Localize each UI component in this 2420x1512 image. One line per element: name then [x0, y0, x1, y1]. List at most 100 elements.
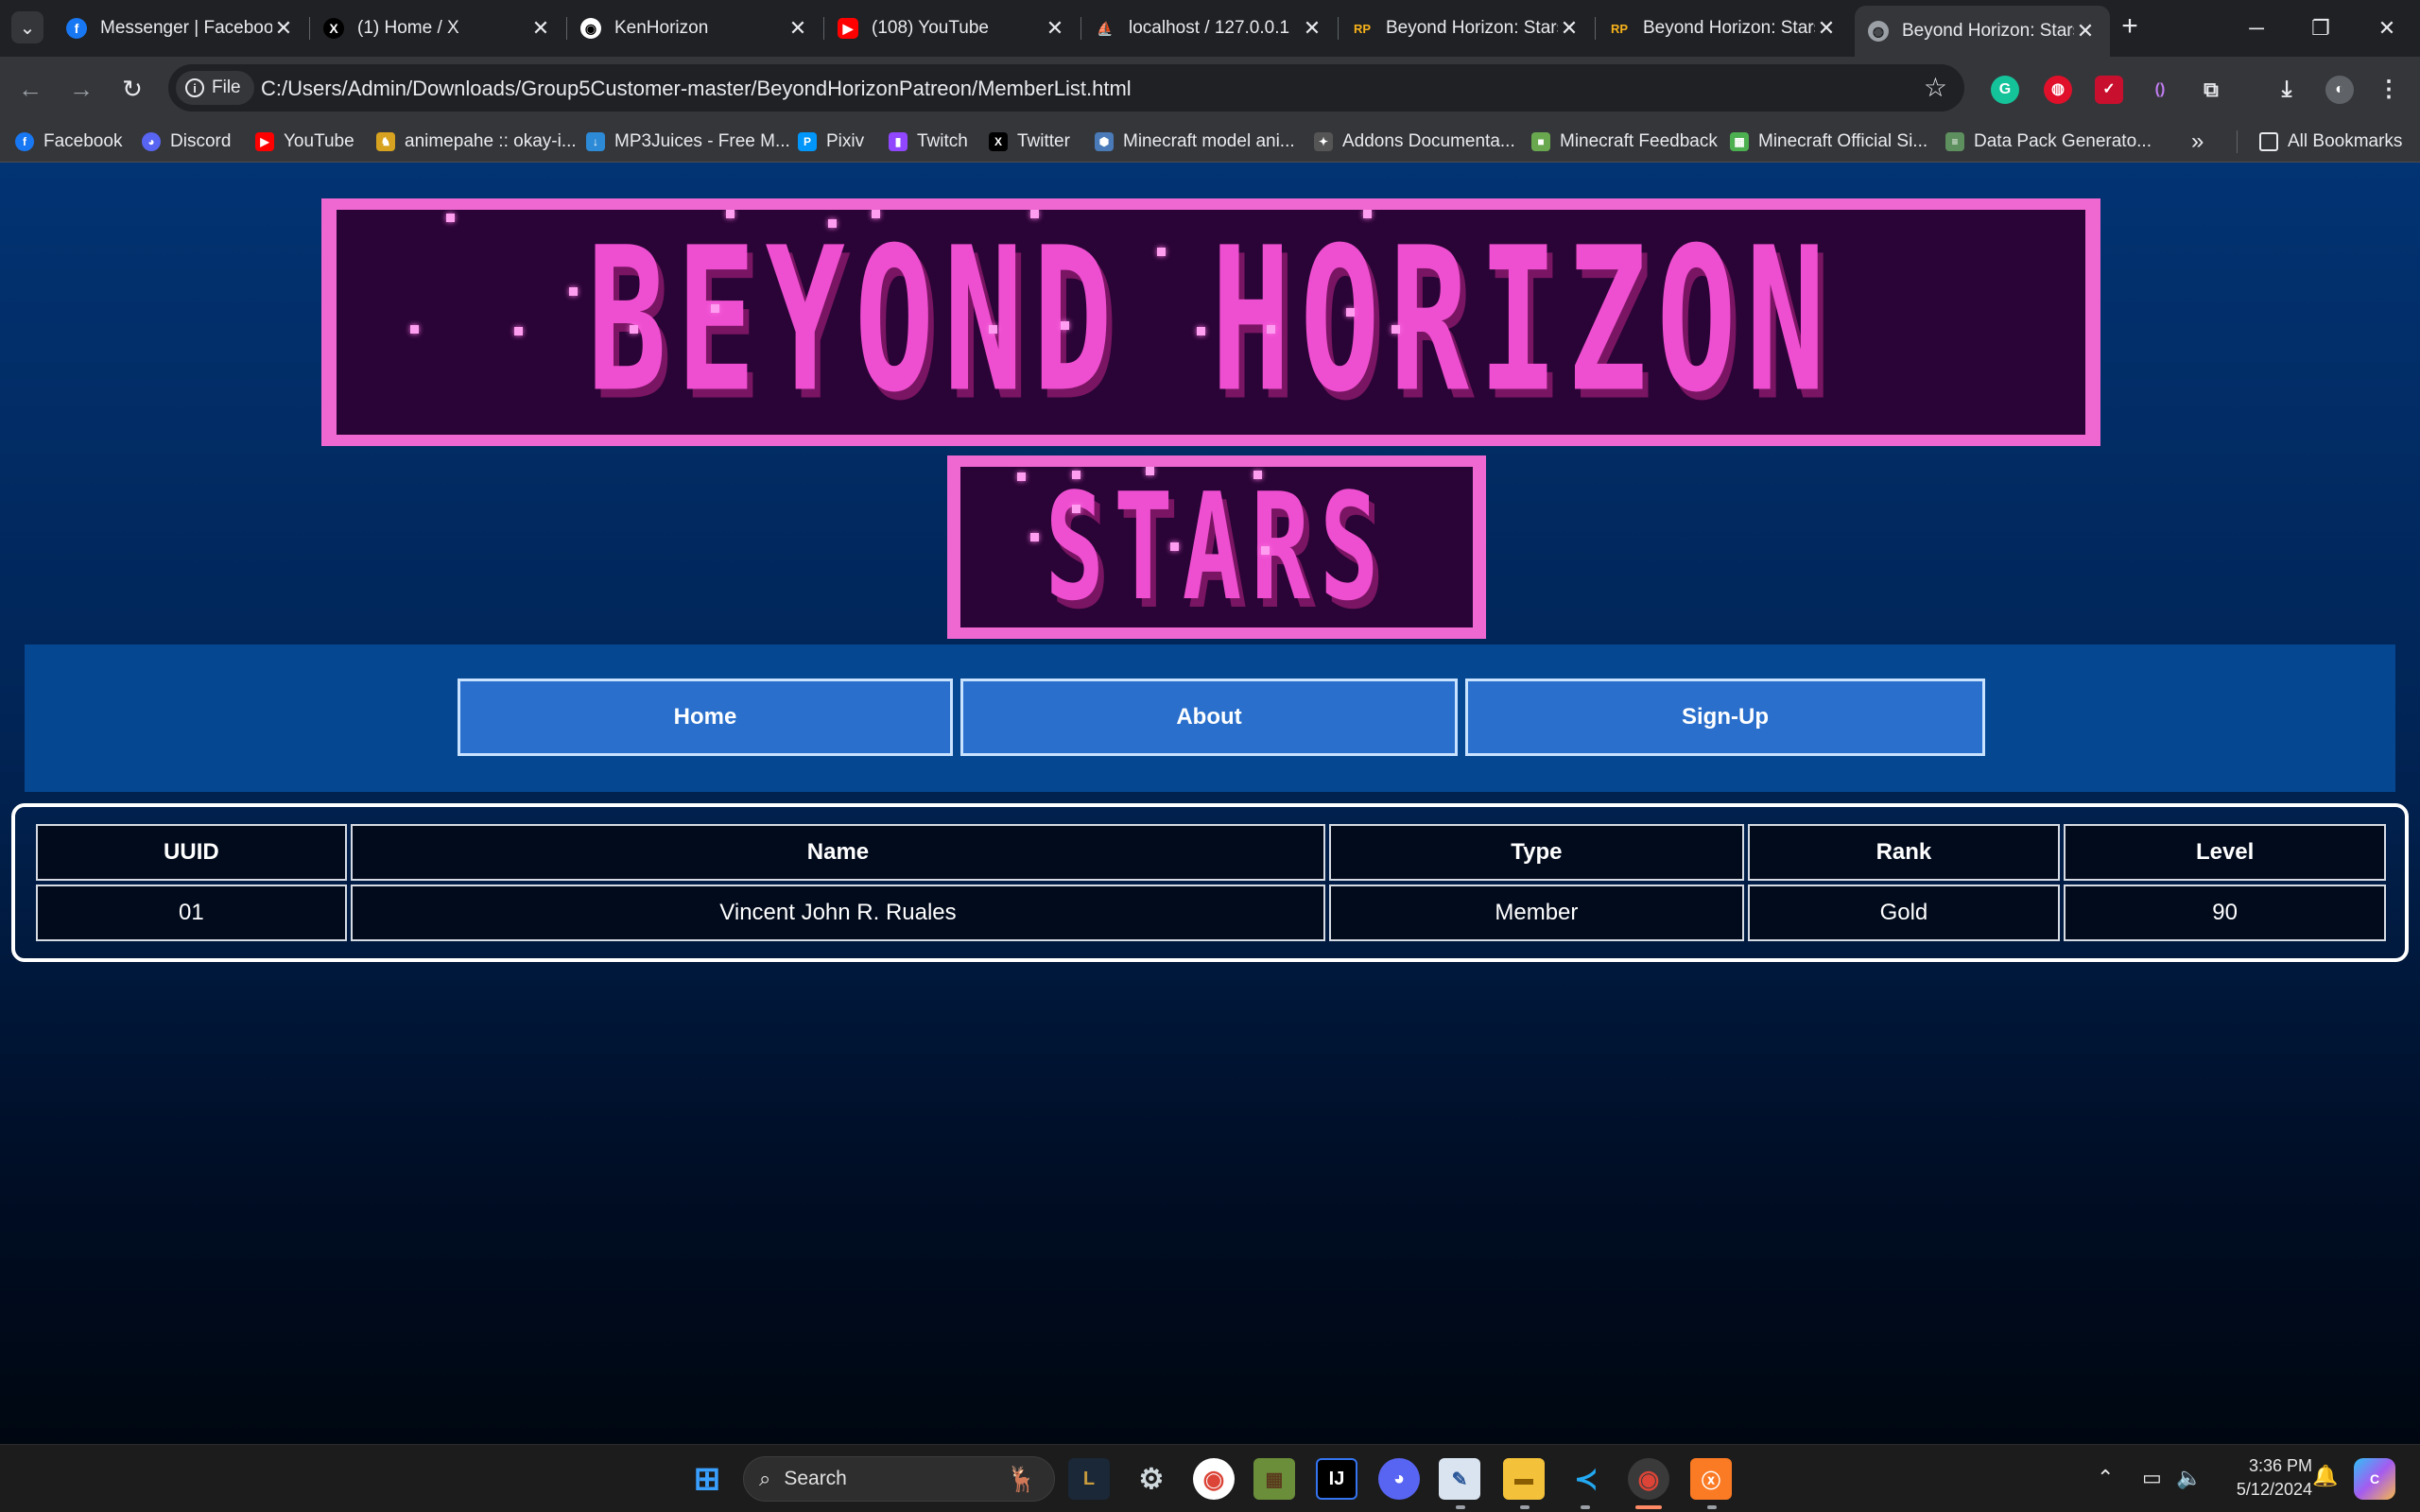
tab-title: Beyond Horizon: Stars	[1902, 21, 2074, 41]
address-bar[interactable]: i File C:/Users/Admin/Downloads/Group5Cu…	[168, 64, 1964, 112]
close-icon[interactable]: ✕	[1044, 16, 1066, 41]
star-sparkle	[630, 325, 638, 334]
star-sparkle	[1157, 248, 1166, 256]
tab-search-button[interactable]: ⌄	[11, 11, 43, 43]
chrome-active-icon[interactable]: ◉	[1628, 1458, 1669, 1500]
site-info-chip[interactable]: i File	[176, 71, 254, 105]
tab-beyond-horizon-active[interactable]: ◍ Beyond Horizon: Stars ✕	[1855, 6, 2110, 57]
star-sparkle	[726, 210, 735, 218]
bookmark-datapack[interactable]: ≡ Data Pack Generato...	[1945, 129, 2152, 155]
taskbar-clock[interactable]: 3:36 PM 5/12/2024	[2223, 1454, 2312, 1502]
notification-bell-icon[interactable]: 🔔	[2312, 1464, 2338, 1488]
reload-icon[interactable]: ↻	[115, 72, 149, 106]
bracket-extension-icon[interactable]: ()	[2146, 76, 2174, 104]
file-explorer-icon[interactable]: ▬	[1503, 1458, 1545, 1500]
bookmark-animepahe[interactable]: ♞ animepahe :: okay-i...	[376, 129, 577, 155]
logo-subtitle-panel: STARS	[960, 467, 1473, 627]
tab-localhost[interactable]: ⛵ localhost / 127.0.0.1 ✕	[1081, 8, 1337, 49]
rp-icon: RP	[1353, 21, 1372, 36]
shield-extension-icon[interactable]: ✓	[2095, 76, 2123, 104]
star-sparkle	[410, 325, 419, 334]
table-header-row: UUID Name Type Rank Level	[36, 824, 2386, 881]
tray-overflow-icon[interactable]: ⌃	[2097, 1466, 2114, 1490]
nav-about-button[interactable]: About	[960, 679, 1458, 756]
tab-youtube[interactable]: ▶ (108) YouTube ✕	[824, 8, 1080, 49]
facebook-icon: f	[66, 18, 87, 39]
tab-github[interactable]: ◉ KenHorizon ✕	[567, 8, 822, 49]
tab-title: KenHorizon	[614, 18, 709, 38]
bookmarks-overflow-icon[interactable]: »	[2191, 129, 2204, 155]
close-icon[interactable]: ✕	[2074, 19, 2097, 43]
downloads-icon[interactable]: ⤓	[2273, 76, 2301, 104]
windows-start-icon[interactable]: ⊞	[686, 1458, 728, 1500]
intellij-icon[interactable]: IJ	[1316, 1458, 1357, 1500]
url-text[interactable]: C:/Users/Admin/Downloads/Group5Customer-…	[261, 77, 1132, 101]
star-sparkle	[1346, 308, 1355, 317]
copilot-icon[interactable]: C	[2354, 1458, 2395, 1500]
discord-icon[interactable]: ◕	[1378, 1458, 1420, 1500]
logo-title-panel: BEYOND HORIZON	[337, 210, 2085, 435]
grass-block-icon: ■	[1531, 132, 1550, 151]
globe-icon: ◍	[1868, 21, 1889, 42]
bookmark-minecraft-model[interactable]: ⬢ Minecraft model ani...	[1095, 129, 1295, 155]
new-tab-button[interactable]: +	[2114, 11, 2146, 43]
profile-avatar-icon[interactable]: ◐	[2325, 76, 2354, 104]
restore-icon[interactable]: ❐	[2297, 9, 2344, 47]
close-window-icon[interactable]: ✕	[2363, 9, 2411, 47]
bookmark-twitter[interactable]: X Twitter	[989, 129, 1070, 155]
x-icon: X	[989, 132, 1008, 151]
discord-icon: ◕	[142, 132, 161, 151]
grammarly-icon[interactable]: G	[1991, 76, 2019, 104]
star-sparkle	[569, 287, 578, 296]
network-icon[interactable]: ▭	[2142, 1466, 2162, 1490]
back-icon[interactable]: ←	[13, 72, 47, 106]
tab-x-home[interactable]: X (1) Home / X ✕	[310, 8, 565, 49]
bookmark-pixiv[interactable]: P Pixiv	[798, 129, 864, 155]
bookmark-youtube[interactable]: ▶ YouTube	[255, 129, 354, 155]
bookmark-discord[interactable]: ◕ Discord	[142, 129, 231, 155]
volume-icon[interactable]: 🔈	[2176, 1466, 2202, 1490]
adblock-icon[interactable]: ◍	[2044, 76, 2072, 104]
close-icon[interactable]: ✕	[1815, 16, 1838, 41]
bookmark-minecraft-official[interactable]: ▦ Minecraft Official Si...	[1730, 129, 1927, 155]
league-of-legends-icon[interactable]: L	[1068, 1458, 1110, 1500]
close-icon[interactable]: ✕	[272, 16, 295, 41]
document-editor-icon[interactable]: ✎	[1439, 1458, 1480, 1500]
close-icon[interactable]: ✕	[529, 16, 552, 41]
star-sparkle	[1030, 210, 1039, 218]
bookmark-twitch[interactable]: ▮ Twitch	[889, 129, 968, 155]
bookmark-facebook[interactable]: f Facebook	[15, 129, 122, 155]
close-icon[interactable]: ✕	[786, 16, 809, 41]
close-icon[interactable]: ✕	[1558, 16, 1581, 41]
extensions-puzzle-icon[interactable]: ⧉	[2197, 76, 2225, 104]
bookmark-label: Twitter	[1017, 131, 1070, 151]
all-bookmarks-button[interactable]: All Bookmarks	[2259, 129, 2402, 155]
menu-kebab-icon[interactable]: ⋮	[2375, 76, 2403, 104]
tab-title: Beyond Horizon: Stars	[1643, 18, 1815, 38]
nav-signup-button[interactable]: Sign-Up	[1465, 679, 1985, 756]
vscode-icon[interactable]: ≺	[1565, 1458, 1607, 1500]
star-sparkle	[1261, 546, 1270, 555]
nav-home-button[interactable]: Home	[458, 679, 953, 756]
tab-beyond-horizon-1[interactable]: RP Beyond Horizon: Stars ✕	[1339, 8, 1594, 49]
settings-gear-icon[interactable]: ⚙	[1131, 1458, 1172, 1500]
active-indicator	[1635, 1505, 1662, 1509]
bookmark-addons[interactable]: ✦ Addons Documenta...	[1314, 129, 1515, 155]
bookmark-minecraft-feedback[interactable]: ■ Minecraft Feedback	[1531, 129, 1718, 155]
bookmark-label: Minecraft Official Si...	[1758, 131, 1928, 151]
taskbar-search[interactable]: ⌕ Search 🦌	[743, 1456, 1055, 1502]
facebook-icon: f	[15, 132, 34, 151]
bookmark-star-icon[interactable]: ☆	[1924, 72, 1947, 103]
bookmark-label: Twitch	[917, 131, 968, 151]
tab-strip: ⌄ f Messenger | Facebook ✕ X (1) Home / …	[0, 0, 2420, 57]
rp-icon: RP	[1610, 21, 1629, 36]
minimize-icon[interactable]: ─	[2233, 9, 2280, 47]
bookmark-mp3juices[interactable]: ↓ MP3Juices - Free M...	[586, 129, 790, 155]
minecraft-icon[interactable]: ▦	[1253, 1458, 1295, 1500]
forward-icon[interactable]: →	[64, 72, 98, 106]
tab-messenger[interactable]: f Messenger | Facebook ✕	[53, 8, 308, 49]
xampp-icon[interactable]: ⓧ	[1690, 1458, 1732, 1500]
tab-beyond-horizon-2[interactable]: RP Beyond Horizon: Stars ✕	[1596, 8, 1851, 49]
close-icon[interactable]: ✕	[1301, 16, 1323, 41]
chrome-icon[interactable]: ◉	[1193, 1458, 1235, 1500]
